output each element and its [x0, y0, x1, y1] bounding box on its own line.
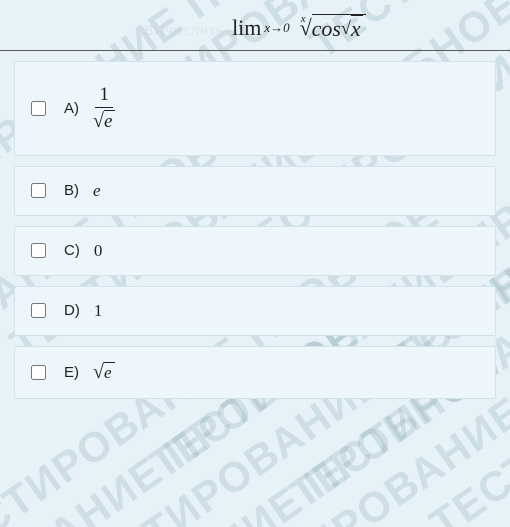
option-c-value: 0	[94, 241, 103, 261]
cos-text: cos	[312, 16, 341, 42]
option-e-radicand: e	[104, 362, 115, 383]
outer-root: x √ cos √x	[295, 14, 366, 42]
option-d-checkbox[interactable]	[31, 303, 46, 318]
option-b-checkbox[interactable]	[31, 183, 46, 198]
root-index: x	[301, 13, 306, 25]
option-c-letter: C)	[64, 242, 80, 259]
option-d-letter: D)	[64, 302, 80, 319]
question-text: Вычислить limx→0 x √ cos √x	[0, 0, 510, 51]
question-prefix: Вычислить	[144, 22, 224, 38]
option-b[interactable]: B) e	[14, 166, 496, 216]
option-b-letter: B)	[64, 182, 79, 199]
inner-var: x	[351, 15, 363, 42]
frac-den-radicand: e	[104, 110, 115, 133]
option-a-value: 1 √e	[93, 84, 115, 133]
option-a-letter: A)	[64, 100, 79, 117]
option-b-value: e	[93, 181, 101, 201]
option-a-checkbox[interactable]	[31, 101, 46, 116]
option-a[interactable]: A) 1 √e	[14, 61, 496, 156]
option-c-checkbox[interactable]	[31, 243, 46, 258]
options-list: A) 1 √e B) e C) 0	[0, 51, 510, 419]
option-d[interactable]: D) 1	[14, 286, 496, 336]
option-e-checkbox[interactable]	[31, 365, 46, 380]
option-d-value: 1	[94, 301, 103, 321]
option-e-letter: E)	[64, 364, 79, 381]
option-e-value: √e	[93, 361, 115, 384]
option-c[interactable]: C) 0	[14, 226, 496, 276]
limit-symbol: lim	[232, 15, 261, 41]
frac-num: 1	[95, 84, 113, 108]
option-e[interactable]: E) √e	[14, 346, 496, 399]
limit-sub: x→0	[264, 20, 289, 36]
